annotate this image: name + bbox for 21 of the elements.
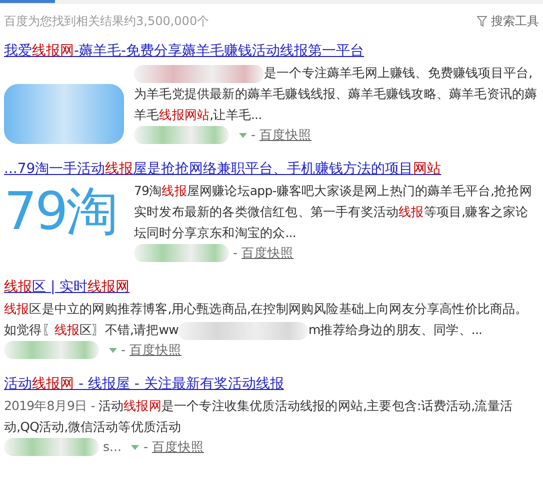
snapshot-link[interactable]: 百度快照 <box>260 126 312 144</box>
dropdown-caret-icon[interactable] <box>131 444 140 450</box>
snapshot-link[interactable]: 百度快照 <box>152 438 204 456</box>
search-tools-button[interactable]: 搜索工具 <box>477 12 539 30</box>
filter-icon <box>477 16 487 26</box>
result-snippet: 79淘线报屋网赚论坛app-赚客吧大家谈是网上热门的薅羊毛平台,抢抢网实时发布最新的各类微信红包、第一手有奖活动线报等项目,赚客之家论坛同时分享京东和淘宝的众... <box>134 182 533 242</box>
separator-dash: - <box>251 126 256 144</box>
result-count: 百度为您找到相关结果约3,500,000个 <box>4 13 210 30</box>
dropdown-caret-icon[interactable] <box>239 132 247 138</box>
active-tab-indicator <box>0 0 55 3</box>
snapshot-link[interactable]: 百度快照 <box>242 244 294 262</box>
separator-dash: - <box>121 340 126 359</box>
result-snippet: 2019年8月9日 - 活动线报网是一个专注收集优质活动线报的网站,主要包含:话费活动,流量活动,QQ活动,微信活动等优质活动 <box>4 397 514 436</box>
snapshot-link[interactable]: 百度快照 <box>130 340 182 360</box>
dropdown-caret-icon[interactable] <box>109 348 117 352</box>
logo-text: 79淘 <box>4 186 118 238</box>
separator-dash: - <box>143 438 148 456</box>
result-snippet: 是一个专注薅羊毛网上赚钱、免费赚钱项目平台,为羊毛党提供最新的薅羊毛赚钱线报、薅羊毛赚钱攻略、薅羊毛资讯的薅羊毛线报网站,让羊毛... <box>134 64 538 124</box>
result-url: s... <box>103 438 122 456</box>
result-snippet: 线报区是中立的网购推荐博客,用心甄选商品,在控制网购风险基础上向网友分享高性价比商品。如觉得〖线报区〗不错,请把ww m推荐给身边的朋友、同学、... <box>4 298 539 340</box>
separator-dash: - <box>233 244 238 262</box>
